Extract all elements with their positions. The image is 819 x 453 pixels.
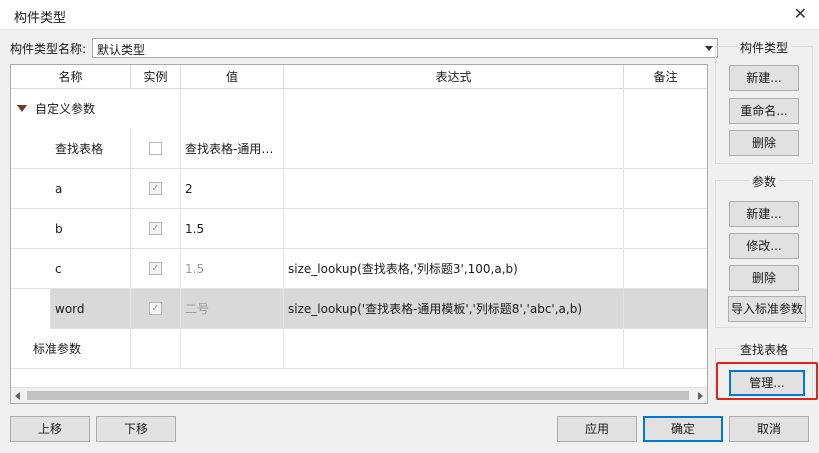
param-expression[interactable] [284,169,624,209]
param-name: c [11,249,131,289]
group-label-standard: 标准参数 [11,329,131,369]
param-value[interactable]: 1.5 [181,209,284,249]
header-name[interactable]: 名称 [11,65,131,89]
param-note[interactable] [624,289,707,329]
param-name: word [51,289,131,329]
table-row-selected[interactable]: word ✓ 二号 size_lookup('查找表格-通用模板','列标题8'… [11,289,707,329]
instance-checkbox[interactable]: ✓ [149,182,162,195]
type-name-row: 构件类型名称: 默认类型 [10,38,718,58]
param-name: b [11,209,131,249]
group-label-custom: 自定义参数 [35,102,96,116]
table-row[interactable]: a ✓ 2 [11,169,707,209]
lookup-table-group-title: 查找表格 [736,343,791,357]
window-title: 构件类型 [14,11,67,26]
new-type-button[interactable]: 新建... [729,65,799,91]
horizontal-scrollbar[interactable] [11,387,707,403]
params-group-title: 参数 [748,175,779,189]
cancel-button[interactable]: 取消 [729,416,809,442]
move-down-button[interactable]: 下移 [96,416,176,442]
type-name-select[interactable]: 默认类型 [92,38,718,58]
move-up-button[interactable]: 上移 [10,416,90,442]
header-value[interactable]: 值 [181,65,284,89]
instance-checkbox[interactable] [149,142,162,155]
delete-param-button[interactable]: 删除 [729,265,799,291]
import-standard-params-button[interactable]: 导入标准参数 [728,296,806,322]
param-note[interactable] [624,209,707,249]
table-header: 名称 实例 值 表达式 备注 [11,65,707,89]
title-bar: 构件类型 ✕ [0,0,819,30]
table-row[interactable]: b ✓ 1.5 [11,209,707,249]
chevron-down-icon [705,46,713,51]
param-note[interactable] [624,249,707,289]
instance-checkbox[interactable]: ✓ [149,222,162,235]
group-row-standard[interactable]: 标准参数 [11,329,707,369]
header-instance[interactable]: 实例 [131,65,181,89]
apply-button[interactable]: 应用 [557,416,637,442]
param-value[interactable]: 1.5 [181,249,284,289]
scroll-right-icon[interactable] [698,392,703,400]
instance-checkbox[interactable]: ✓ [149,302,162,315]
table-row[interactable]: c ✓ 1.5 size_lookup(查找表格,'列标题3',100,a,b) [11,249,707,289]
type-name-value: 默认类型 [97,43,146,57]
param-note[interactable] [624,129,707,169]
scrollbar-thumb[interactable] [27,391,689,400]
close-icon[interactable]: ✕ [794,5,807,23]
param-name: 查找表格 [11,129,131,169]
param-value[interactable]: 二号 [181,289,284,329]
param-name: a [11,169,131,209]
group-row-custom[interactable]: 自定义参数 [11,89,707,129]
param-value[interactable]: 2 [181,169,284,209]
parameter-table: 名称 实例 值 表达式 备注 自定义参数 查找表格 查找表格-通用… a ✓ 2… [10,64,708,404]
modify-param-button[interactable]: 修改... [729,233,799,259]
component-type-group: 构件类型 新建... 重命名... 删除 [715,41,813,164]
type-name-label: 构件类型名称: [10,42,87,56]
ok-button[interactable]: 确定 [643,416,723,442]
param-expression[interactable]: size_lookup('查找表格-通用模板','列标题8','abc',a,b… [284,289,624,329]
table-row[interactable]: 查找表格 查找表格-通用… [11,129,707,169]
param-expression[interactable] [284,209,624,249]
scroll-left-icon[interactable] [15,392,20,400]
new-param-button[interactable]: 新建... [729,201,799,227]
param-expression[interactable] [284,129,624,169]
delete-type-button[interactable]: 删除 [729,130,799,156]
header-expression[interactable]: 表达式 [284,65,624,89]
header-note[interactable]: 备注 [624,65,707,89]
instance-checkbox[interactable]: ✓ [149,262,162,275]
red-highlight-box [716,362,818,400]
param-expression[interactable]: size_lookup(查找表格,'列标题3',100,a,b) [284,249,624,289]
params-group: 参数 新建... 修改... 删除 导入标准参数 [715,175,813,328]
param-value[interactable]: 查找表格-通用… [181,129,284,169]
rename-type-button[interactable]: 重命名... [729,98,799,124]
component-type-group-title: 构件类型 [736,41,791,55]
param-note[interactable] [624,169,707,209]
